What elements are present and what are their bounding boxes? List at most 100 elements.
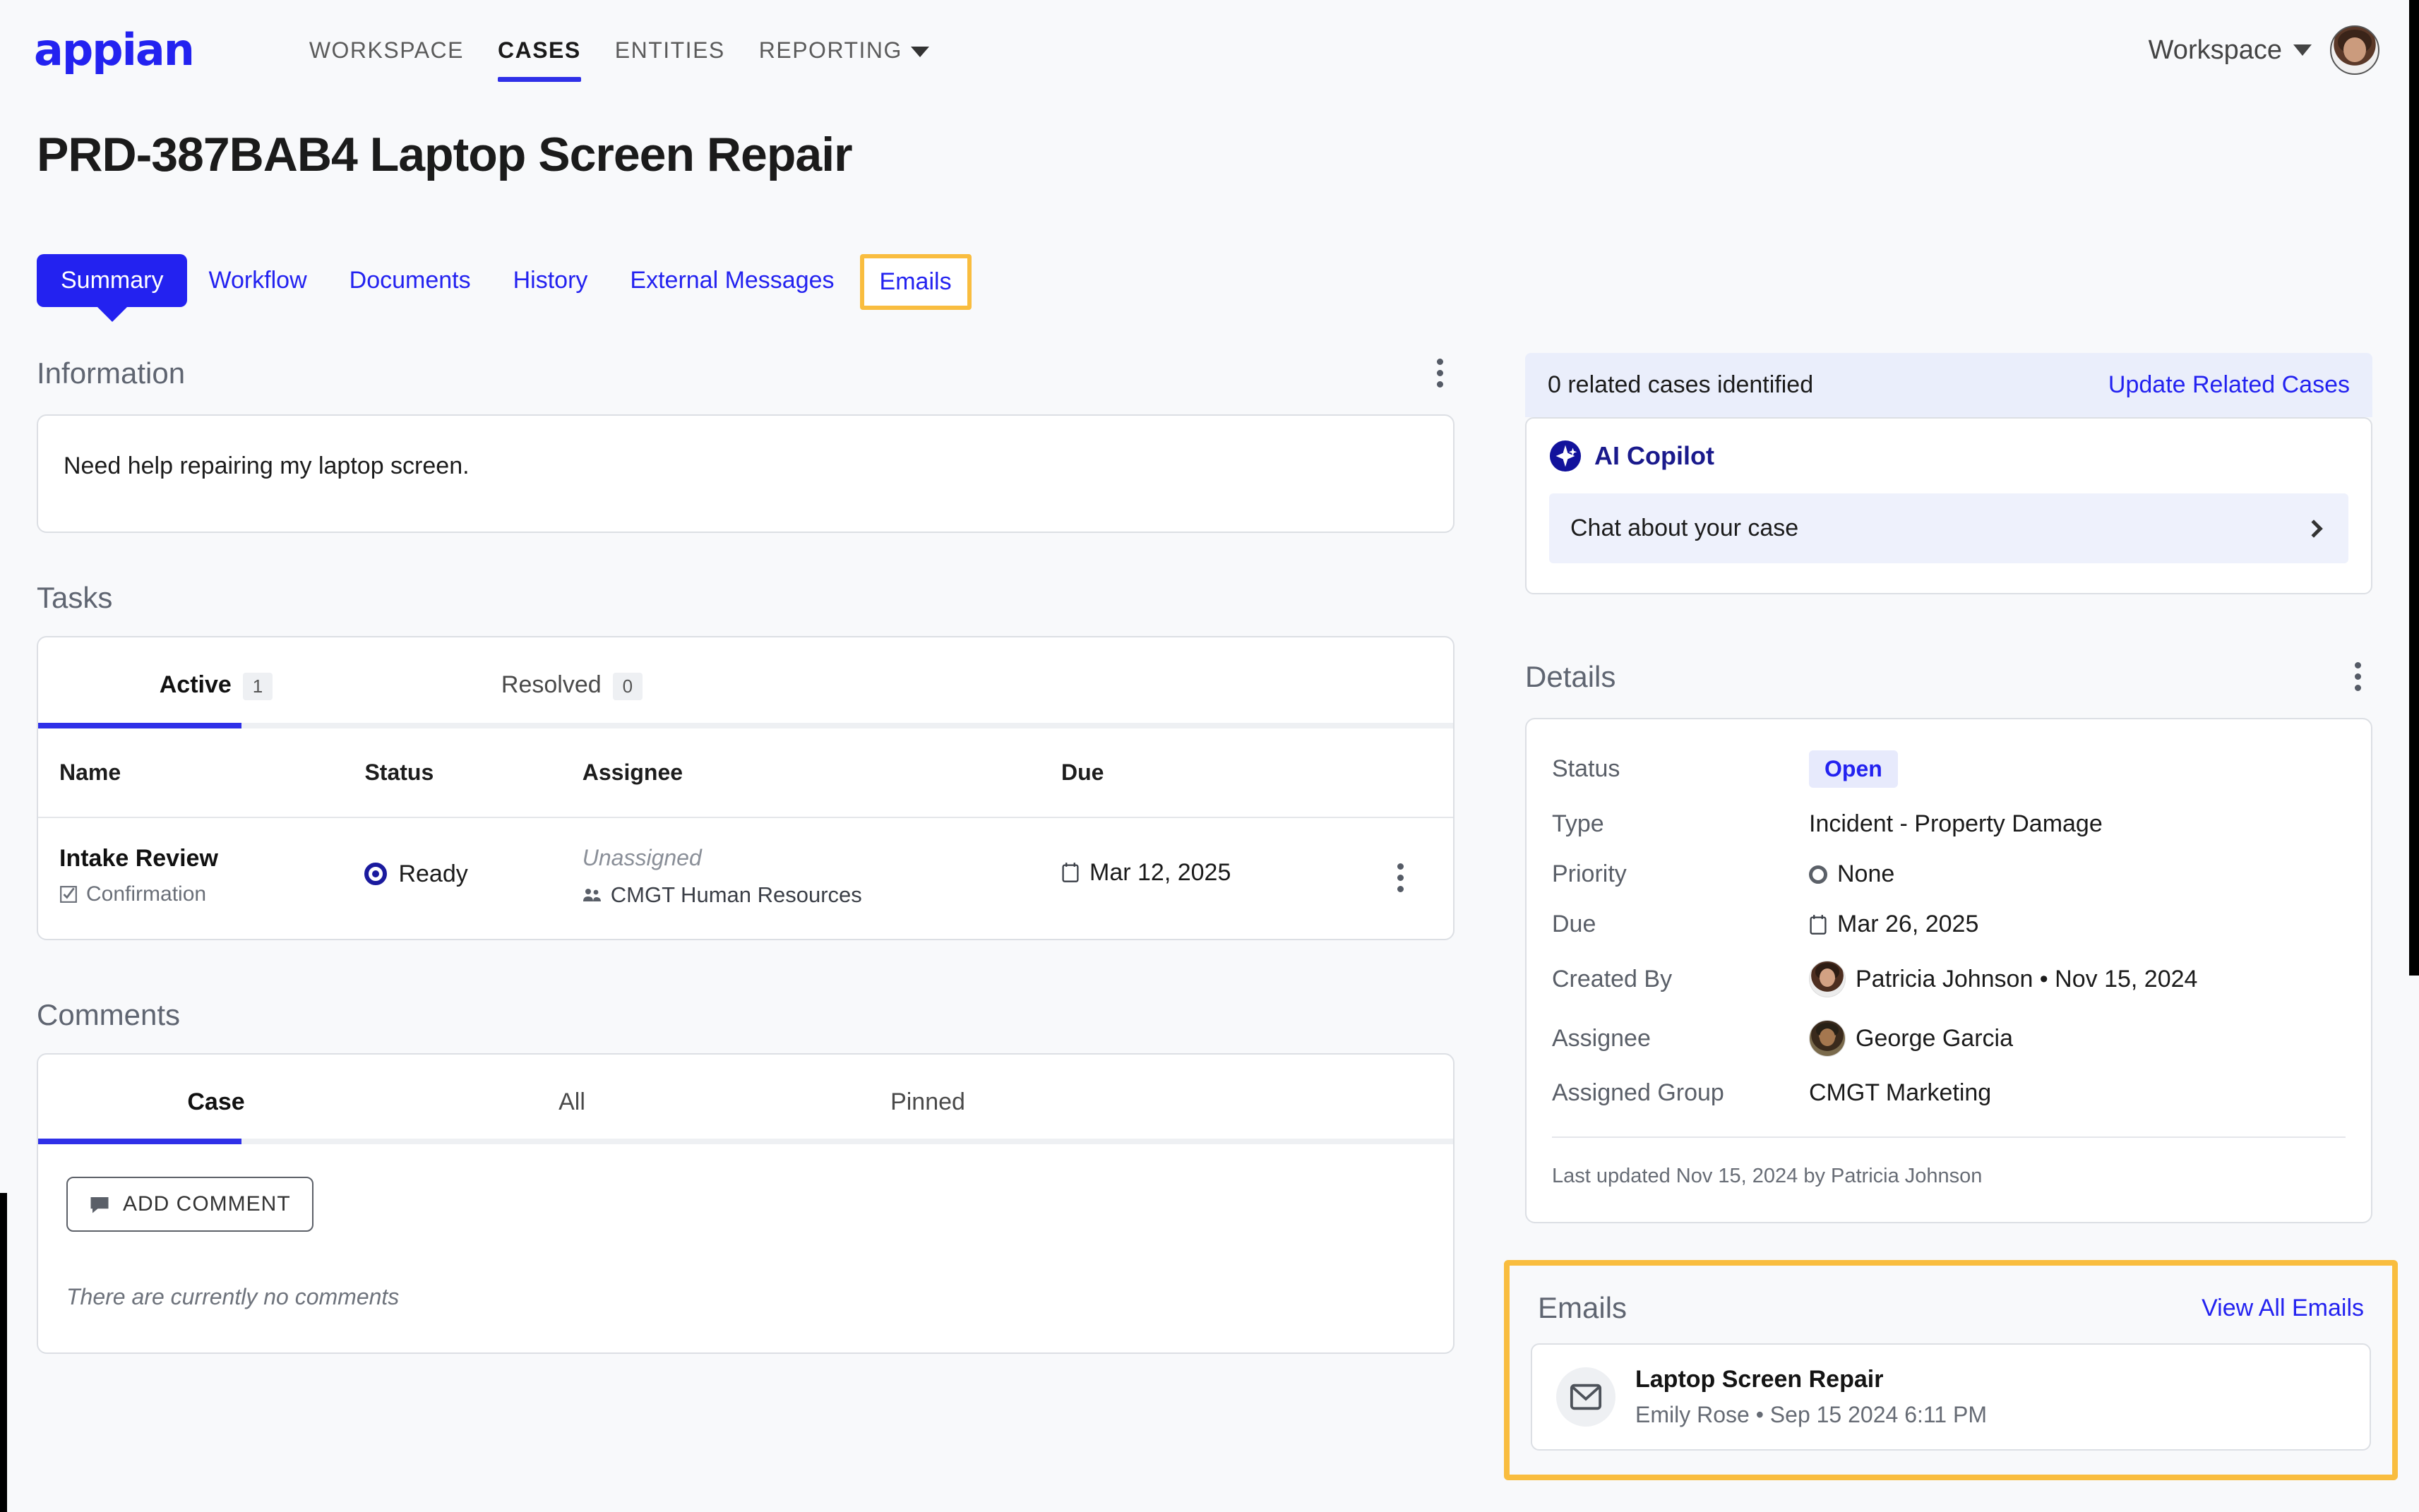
detail-row-due: Due Mar 26, 2025 [1552, 911, 2346, 938]
tasks-col-due[interactable]: Due [1061, 728, 1366, 818]
tasks-col-actions [1366, 728, 1453, 818]
user-avatar[interactable] [2330, 25, 2379, 75]
tab-summary[interactable]: Summary [37, 254, 188, 307]
detail-row-created-by: Created By Patricia Johnson • Nov 15, 20… [1552, 961, 2346, 997]
tasks-tab-active-label: Active [159, 671, 232, 698]
tasks-col-name[interactable]: Name [38, 728, 365, 818]
task-subtype-label: Confirmation [86, 882, 207, 906]
tasks-col-assignee[interactable]: Assignee [582, 728, 1062, 818]
detail-label-created-by: Created By [1552, 965, 1673, 992]
tasks-card: Active 1 Resolved 0 Name Status Assignee… [37, 636, 1455, 940]
group-people-icon [583, 888, 601, 901]
task-assignee-label: Unassigned [582, 844, 702, 870]
ai-copilot-header: AI Copilot [1549, 440, 2348, 472]
app-page: appian WORKSPACE CASES ENTITIES REPORTIN… [0, 0, 2419, 1512]
detail-label-type: Type [1552, 810, 1604, 837]
information-more-options-icon[interactable] [1426, 353, 1455, 393]
view-all-emails-link[interactable]: View All Emails [2202, 1295, 2364, 1322]
comments-tab-pinned[interactable]: Pinned [750, 1055, 1106, 1144]
details-card: Status Open Type Incident - Property Dam… [1525, 718, 2372, 1223]
add-comment-button[interactable]: ADD COMMENT [66, 1176, 313, 1232]
ai-copilot-card: AI Copilot Chat about your case [1525, 417, 2372, 594]
tasks-header: Tasks [37, 581, 1455, 615]
email-text-block: Laptop Screen Repair Emily Rose • Sep 15… [1635, 1366, 1987, 1428]
chat-about-case-label: Chat about your case [1570, 515, 1799, 541]
tasks-col-status[interactable]: Status [364, 728, 583, 818]
table-row[interactable]: Intake Review Confirmation Ready Unassig… [38, 817, 1453, 939]
tasks-tab-resolved[interactable]: Resolved 0 [394, 637, 750, 728]
emails-title: Emails [1538, 1291, 1627, 1324]
task-row-more-options-icon[interactable] [1366, 845, 1435, 898]
comments-tabstrip: Case All Pinned [38, 1055, 1453, 1144]
detail-row-priority: Priority None [1552, 860, 2346, 888]
information-header: Information [37, 353, 1455, 393]
tab-workflow[interactable]: Workflow [187, 254, 328, 307]
appian-logo[interactable]: appian [34, 28, 195, 72]
checkbox-checked-icon [60, 885, 77, 903]
calendar-icon [1810, 914, 1827, 935]
page-title: PRD-387BAB4 Laptop Screen Repair [37, 128, 853, 181]
information-card: Need help repairing my laptop screen. [37, 414, 1455, 533]
comments-title: Comments [37, 997, 181, 1031]
tasks-tab-resolved-count: 0 [612, 672, 643, 700]
information-body-text: Need help repairing my laptop screen. [64, 452, 470, 479]
task-status-cell: Ready [364, 817, 582, 939]
comments-header: Comments [37, 998, 1455, 1032]
task-name[interactable]: Intake Review [59, 845, 364, 872]
chat-about-case-button[interactable]: Chat about your case [1549, 493, 2348, 563]
tasks-tabstrip: Active 1 Resolved 0 [38, 637, 1453, 728]
tab-history[interactable]: History [492, 254, 609, 307]
detail-label-priority: Priority [1552, 860, 1627, 887]
details-header: Details [1525, 656, 2372, 697]
task-row-actions-cell [1366, 817, 1453, 939]
comments-tab-indicator [38, 1138, 1453, 1144]
comments-section: Comments Case All Pinned ADD COMMENT The… [37, 998, 1455, 1354]
status-badge[interactable]: Open [1809, 750, 1898, 788]
task-assignee-cell: Unassigned CMGT Human Resources [583, 817, 1061, 939]
task-due-label: Mar 12, 2025 [1089, 858, 1231, 886]
details-title: Details [1525, 659, 1616, 693]
related-cases-banner: 0 related cases identified Update Relate… [1525, 353, 2372, 417]
chevron-down-icon[interactable] [2293, 44, 2312, 56]
emails-section: Emails View All Emails Laptop Screen Rep… [1504, 1260, 2398, 1480]
ai-sparkle-icon [1549, 440, 1582, 472]
detail-value-assigned-group: CMGT Marketing [1809, 1079, 1992, 1106]
details-section: Details Status Open Type Incident - Prop… [1525, 656, 2372, 1223]
detail-label-assignee: Assignee [1552, 1024, 1651, 1052]
comment-bubble-icon [90, 1196, 109, 1213]
tab-external-messages[interactable]: External Messages [609, 254, 855, 307]
ai-copilot-title: AI Copilot [1594, 441, 1714, 470]
detail-row-assigned-group: Assigned Group CMGT Marketing [1552, 1079, 2346, 1107]
workspace-selector-label[interactable]: Workspace [2149, 35, 2282, 66]
tasks-table: Name Status Assignee Due Intake Review C… [38, 728, 1453, 939]
nav-item-cases[interactable]: CASES [481, 37, 598, 82]
task-status-label: Ready [398, 860, 468, 887]
case-tabs: Summary Workflow Documents History Exter… [37, 254, 972, 310]
chevron-down-icon [910, 46, 929, 57]
update-related-cases-link[interactable]: Update Related Cases [2108, 371, 2350, 399]
tab-emails[interactable]: Emails [859, 254, 972, 310]
nav-item-reporting[interactable]: REPORTING [742, 37, 946, 64]
nav-item-entities[interactable]: ENTITIES [598, 37, 742, 64]
top-right-controls: Workspace [2149, 25, 2379, 75]
detail-value-due: Mar 26, 2025 [1837, 911, 1979, 937]
comments-tab-all[interactable]: All [394, 1055, 750, 1144]
avatar [1809, 1020, 1846, 1057]
nav-item-workspace[interactable]: WORKSPACE [292, 37, 481, 64]
emails-header: Emails View All Emails [1531, 1287, 2371, 1343]
main-column: Information Need help repairing my lapto… [37, 353, 1455, 1354]
priority-none-icon [1809, 865, 1827, 884]
top-navigation-bar: appian WORKSPACE CASES ENTITIES REPORTIN… [0, 0, 2409, 100]
tasks-table-header-row: Name Status Assignee Due [38, 728, 1453, 818]
chevron-right-icon [2305, 519, 2323, 538]
email-meta: Emily Rose • Sep 15 2024 6:11 PM [1635, 1402, 1987, 1427]
comments-tab-case[interactable]: Case [38, 1055, 394, 1144]
task-subtype: Confirmation [59, 882, 364, 906]
tab-documents[interactable]: Documents [328, 254, 492, 307]
detail-value-assignee: George Garcia [1856, 1024, 2013, 1052]
nav-item-reporting-label: REPORTING [758, 37, 902, 63]
tasks-tab-active[interactable]: Active 1 [38, 637, 394, 728]
related-cases-count-text: 0 related cases identified [1548, 371, 1814, 398]
details-more-options-icon[interactable] [2343, 656, 2372, 697]
list-item[interactable]: Laptop Screen Repair Emily Rose • Sep 15… [1531, 1343, 2371, 1451]
